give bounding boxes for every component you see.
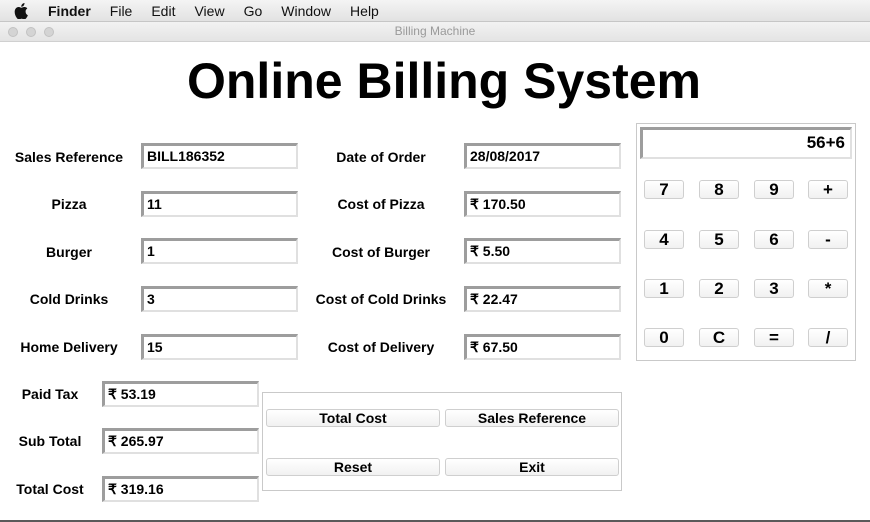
menu-finder[interactable]: Finder	[48, 3, 91, 19]
sales-reference-button[interactable]: Sales Reference	[445, 409, 619, 427]
calculator-display[interactable]: 56+6	[640, 127, 852, 159]
menu-file[interactable]: File	[110, 3, 133, 19]
home-delivery-field[interactable]: 15	[141, 334, 298, 360]
calc-key-5[interactable]: 5	[699, 230, 739, 249]
menu-help[interactable]: Help	[350, 3, 379, 19]
window-title: Billing Machine	[394, 24, 476, 38]
calc-key-6[interactable]: 6	[754, 230, 794, 249]
close-window-button[interactable]	[8, 27, 18, 37]
calc-key-plus[interactable]: +	[808, 180, 848, 199]
calc-key-multiply[interactable]: *	[808, 279, 848, 298]
action-button-panel: Total Cost Sales Reference Reset Exit	[262, 392, 622, 491]
calc-key-divide[interactable]: /	[808, 328, 848, 347]
date-of-order-field[interactable]: 28/08/2017	[464, 143, 621, 169]
menu-view[interactable]: View	[194, 3, 224, 19]
cost-of-burger-field[interactable]: ₹ 5.50	[464, 238, 621, 264]
calc-key-3[interactable]: 3	[754, 279, 794, 298]
sub-total-label: Sub Total	[18, 433, 82, 449]
menu-go[interactable]: Go	[244, 3, 263, 19]
calculator-panel: 56+6 7 8 9 + 4 5 6 - 1 2 3 * 0 C = /	[636, 123, 856, 361]
total-cost-label: Total Cost	[16, 481, 84, 497]
cost-of-cold-drinks-label: Cost of Cold Drinks	[315, 291, 447, 307]
date-of-order-label: Date of Order	[336, 149, 426, 165]
cold-drinks-quantity-field[interactable]: 3	[141, 286, 298, 312]
calc-key-4[interactable]: 4	[644, 230, 684, 249]
cost-of-pizza-label: Cost of Pizza	[337, 196, 425, 212]
calc-key-7[interactable]: 7	[644, 180, 684, 199]
reset-button[interactable]: Reset	[266, 458, 440, 476]
burger-label: Burger	[46, 244, 92, 260]
paid-tax-label: Paid Tax	[21, 386, 79, 402]
total-cost-field[interactable]: ₹ 319.16	[102, 476, 259, 502]
calc-key-2[interactable]: 2	[699, 279, 739, 298]
calc-key-0[interactable]: 0	[644, 328, 684, 347]
cost-of-pizza-field[interactable]: ₹ 170.50	[464, 191, 621, 217]
menu-window[interactable]: Window	[281, 3, 331, 19]
cost-of-delivery-label: Cost of Delivery	[327, 339, 435, 355]
sub-total-field[interactable]: ₹ 265.97	[102, 428, 259, 454]
paid-tax-field[interactable]: ₹ 53.19	[102, 381, 259, 407]
billing-window: Billing Machine Online Billing System Sa…	[0, 22, 870, 522]
menu-bar: Finder File Edit View Go Window Help	[0, 0, 870, 22]
cost-of-delivery-field[interactable]: ₹ 67.50	[464, 334, 621, 360]
calc-key-equals[interactable]: =	[754, 328, 794, 347]
page-title: Online Billing System	[187, 53, 701, 109]
calc-key-clear[interactable]: C	[699, 328, 739, 347]
calc-key-1[interactable]: 1	[644, 279, 684, 298]
window-title-bar: Billing Machine	[0, 22, 870, 42]
sales-reference-label: Sales Reference	[14, 149, 124, 165]
burger-quantity-field[interactable]: 1	[141, 238, 298, 264]
sales-reference-field[interactable]: BILL186352	[141, 143, 298, 169]
calc-key-minus[interactable]: -	[808, 230, 848, 249]
calc-key-9[interactable]: 9	[754, 180, 794, 199]
cost-of-cold-drinks-field[interactable]: ₹ 22.47	[464, 286, 621, 312]
apple-icon[interactable]	[14, 2, 30, 19]
exit-button[interactable]: Exit	[445, 458, 619, 476]
zoom-window-button[interactable]	[44, 27, 54, 37]
menu-edit[interactable]: Edit	[151, 3, 175, 19]
minimize-window-button[interactable]	[26, 27, 36, 37]
total-cost-button[interactable]: Total Cost	[266, 409, 440, 427]
cold-drinks-label: Cold Drinks	[29, 291, 109, 307]
pizza-quantity-field[interactable]: 11	[141, 191, 298, 217]
home-delivery-label: Home Delivery	[20, 339, 118, 355]
calc-key-8[interactable]: 8	[699, 180, 739, 199]
cost-of-burger-label: Cost of Burger	[332, 244, 430, 260]
pizza-label: Pizza	[51, 196, 87, 212]
